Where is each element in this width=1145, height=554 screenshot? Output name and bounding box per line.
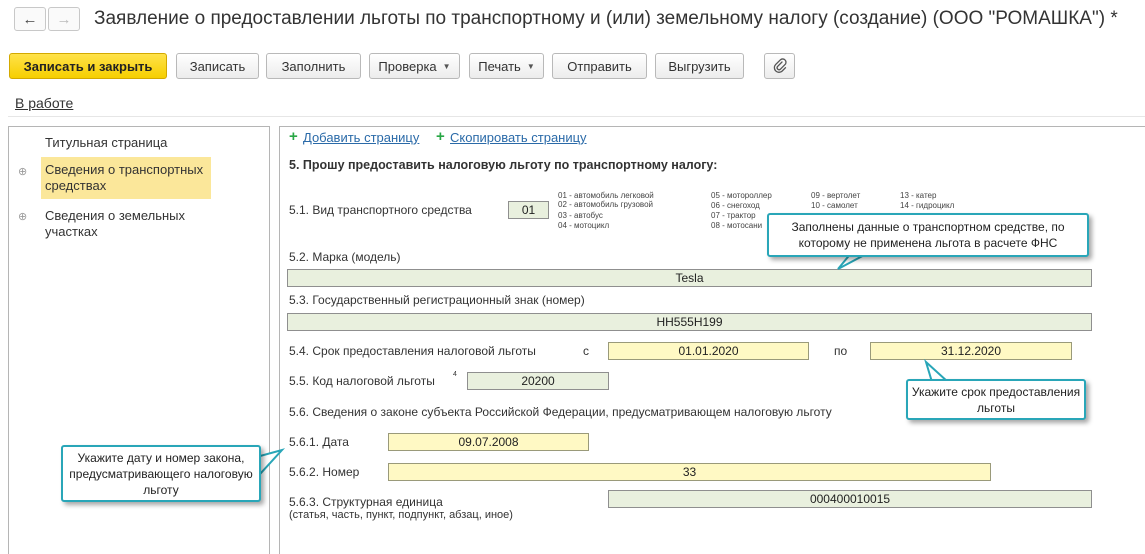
status-link[interactable]: В работе (15, 95, 73, 111)
vehicle-type-label: 5.1. Вид транспортного средства (289, 203, 472, 217)
vehicle-code-10: 10 - самолет (811, 201, 858, 210)
vehicle-code-09: 09 - вертолет (811, 191, 861, 200)
vehicle-code-06: 06 - снегоход (711, 201, 760, 210)
send-button[interactable]: Отправить (552, 53, 647, 79)
add-page-link[interactable]: Добавить страницу (303, 130, 419, 145)
vehicle-code-05: 05 - мотороллер (711, 191, 772, 200)
sidebar-item-vehicles[interactable]: Сведения о транспортных средствах (41, 157, 211, 199)
expand-icon[interactable]: ⊕ (18, 165, 27, 178)
to-label: по (834, 344, 848, 358)
arrow-right-icon: → (56, 10, 72, 28)
brand-label: 5.2. Марка (модель) (289, 250, 401, 264)
print-button-label: Печать (478, 58, 521, 74)
code-footnote: 4 (453, 371, 457, 378)
vehicle-code-14: 14 - гидроцикл (900, 201, 955, 210)
arrow-left-icon: ← (22, 10, 38, 28)
from-label: с (583, 344, 589, 358)
export-button[interactable]: Выгрузить (655, 53, 744, 79)
check-button[interactable]: Проверка ▼ (369, 53, 460, 79)
callout-pointer (259, 448, 286, 477)
law-unit-field[interactable]: 000400010015 (608, 490, 1092, 508)
save-and-close-button[interactable]: Записать и закрыть (9, 53, 167, 79)
expand-icon[interactable]: ⊕ (18, 210, 27, 223)
paperclip-icon (773, 58, 787, 73)
plus-icon: + (289, 128, 298, 145)
law-date-label: 5.6.1. Дата (289, 435, 349, 449)
check-button-label: Проверка (378, 58, 437, 74)
sidebar-item-land[interactable]: Сведения о земельных участках (45, 208, 205, 240)
vehicle-code-02: 02 - автомобиль грузовой (558, 200, 653, 209)
vehicle-code-07: 07 - трактор (711, 211, 756, 220)
period-label: 5.4. Срок предоставления налоговой льгот… (289, 344, 536, 358)
copy-page-link[interactable]: Скопировать страницу (450, 130, 587, 145)
vehicle-code-04: 04 - мотоцикл (558, 221, 610, 230)
vehicle-code-03: 03 - автобус (558, 211, 603, 220)
date-to-field[interactable]: 31.12.2020 (870, 342, 1072, 360)
vehicle-code-13: 13 - катер (900, 191, 937, 200)
regnum-field[interactable]: НН555Н199 (287, 313, 1092, 331)
vehicle-code-01: 01 - автомобиль легковой (558, 191, 654, 200)
law-unit-label: 5.6.3. Структурная единица (289, 495, 443, 509)
plus-icon: + (436, 128, 445, 145)
window-title: Заявление о предоставлении льготы по тра… (94, 8, 1118, 29)
divider (8, 116, 1145, 117)
caret-down-icon: ▼ (526, 61, 535, 71)
section-5-heading: 5. Прошу предоставить налоговую льготу п… (289, 158, 718, 172)
vehicle-code-08: 08 - мотосани (711, 221, 763, 230)
regnum-label: 5.3. Государственный регистрационный зна… (289, 293, 585, 307)
attach-button[interactable] (764, 53, 795, 79)
law-label: 5.6. Сведения о законе субъекта Российск… (289, 405, 832, 419)
code-label: 5.5. Код налоговой льготы (289, 374, 435, 388)
callout-law: Укажите дату и номер закона, предусматри… (61, 445, 261, 502)
callout-vehicle: Заполнены данные о транспортном средстве… (767, 213, 1089, 257)
date-from-field[interactable]: 01.01.2020 (608, 342, 809, 360)
law-number-label: 5.6.2. Номер (289, 465, 360, 479)
forward-button[interactable]: → (48, 7, 80, 31)
vehicle-type-field[interactable]: 01 (508, 201, 549, 219)
print-button[interactable]: Печать ▼ (469, 53, 544, 79)
back-button[interactable]: ← (14, 7, 46, 31)
sidebar-item-title-page[interactable]: Титульная страница (45, 135, 167, 151)
code-field[interactable]: 20200 (467, 372, 609, 390)
law-number-field[interactable]: 33 (388, 463, 991, 481)
fill-button[interactable]: Заполнить (266, 53, 361, 79)
callout-period: Укажите срок предоставления льготы (906, 379, 1086, 420)
brand-field[interactable]: Tesla (287, 269, 1092, 287)
law-unit-hint: (статья, часть, пункт, подпункт, абзац, … (289, 509, 513, 521)
save-button[interactable]: Записать (176, 53, 259, 79)
caret-down-icon: ▼ (442, 61, 451, 71)
law-date-field[interactable]: 09.07.2008 (388, 433, 589, 451)
